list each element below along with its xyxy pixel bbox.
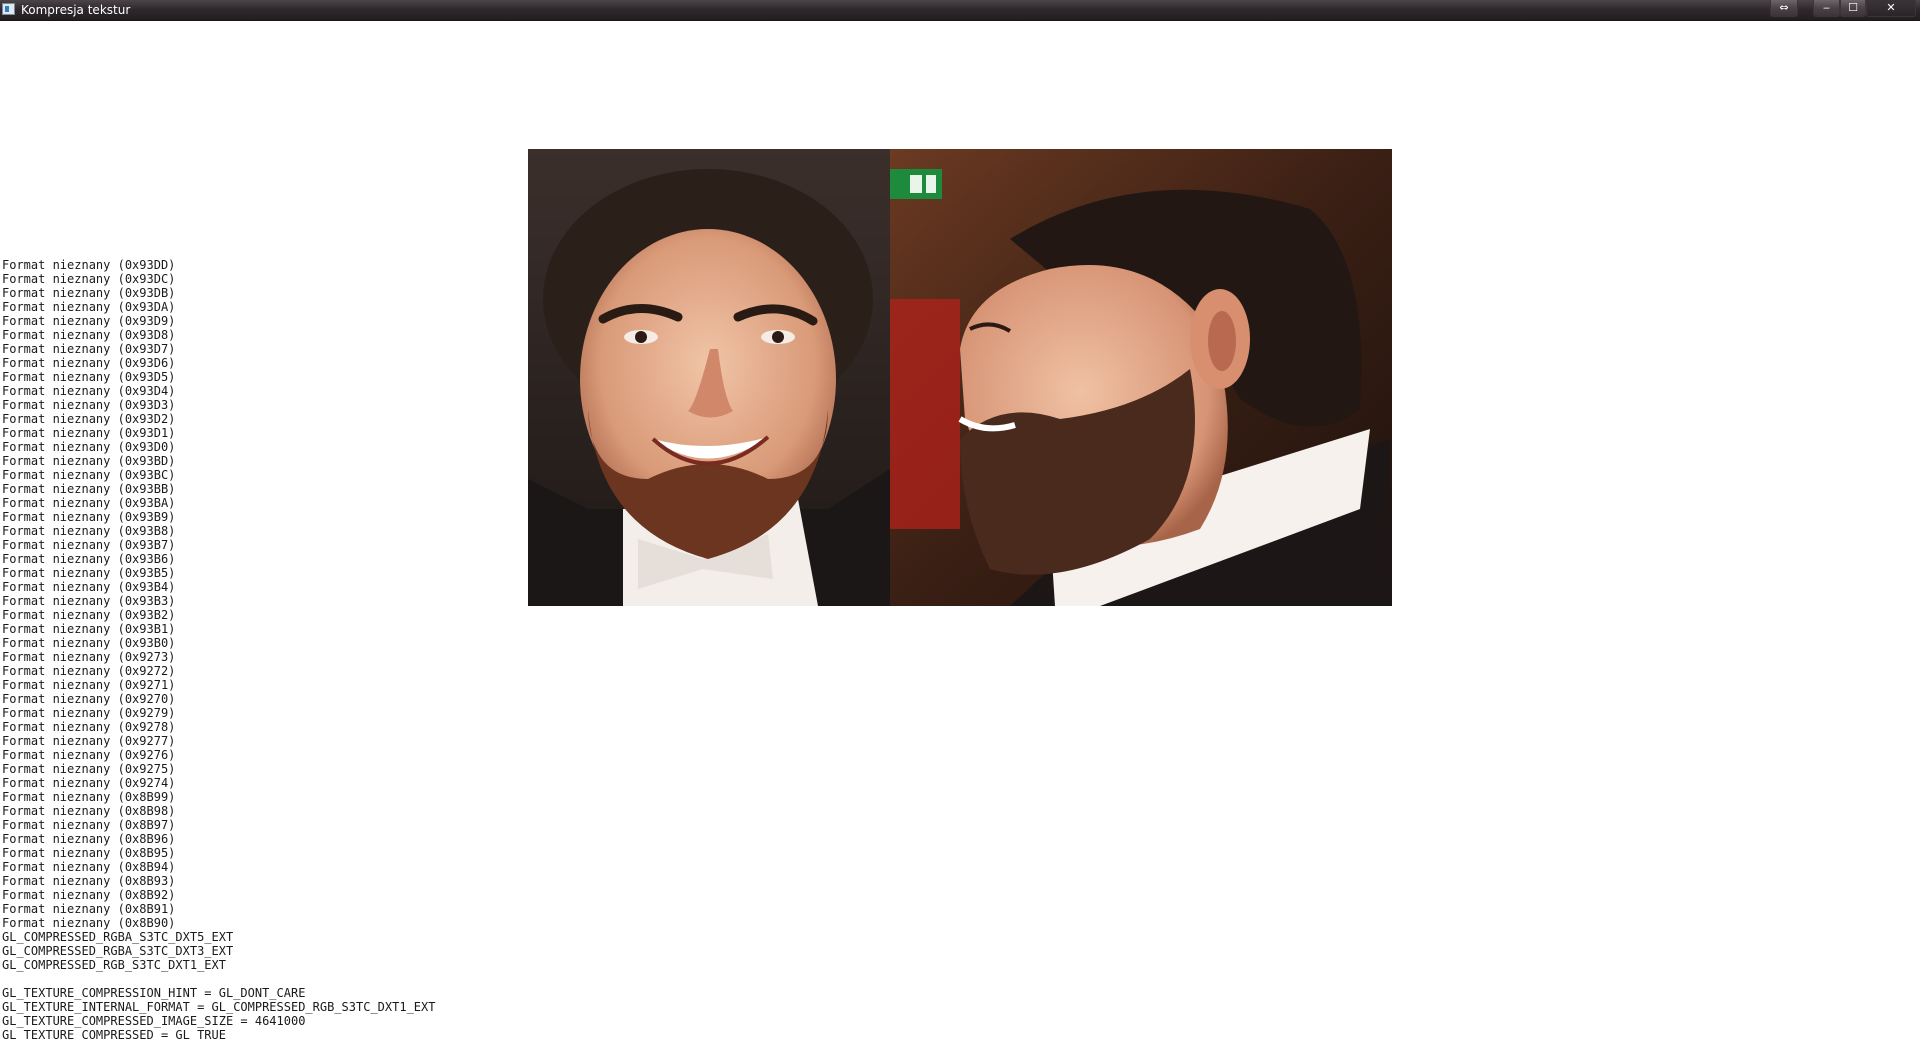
console-line: GL_COMPRESSED_RGBA_S3TC_DXT5_EXT [2,930,234,944]
console-line: Format nieznany (0x9277) [2,734,176,748]
console-line: Format nieznany (0x9276) [2,748,176,762]
console-line: Format nieznany (0x93B9) [2,510,176,524]
face-frontal-photo [528,149,890,606]
console-line: Format nieznany (0x9278) [2,720,176,734]
app-icon[interactable] [2,3,15,15]
console-line: Format nieznany (0x8B99) [2,790,176,804]
console-line: Format nieznany (0x93D0) [2,440,176,454]
console-line: Format nieznany (0x93D9) [2,314,176,328]
console-line: GL_TEXTURE_COMPRESSED_IMAGE_SIZE = 46410… [2,1014,306,1028]
console-line: Format nieznany (0x8B92) [2,888,176,902]
maximize-button[interactable]: ☐ [1840,0,1866,17]
console-line: Format nieznany (0x93BB) [2,482,176,496]
console-line: Format nieznany (0x9275) [2,762,176,776]
console-line: Format nieznany (0x93B7) [2,538,176,552]
console-line: Format nieznany (0x9270) [2,692,176,706]
console-line: Format nieznany (0x8B97) [2,818,176,832]
console-line: Format nieznany (0x9279) [2,706,176,720]
console-line: Format nieznany (0x93D7) [2,342,176,356]
console-line: Format nieznany (0x93DD) [2,258,176,272]
console-line: Format nieznany (0x93BA) [2,496,176,510]
console-line: Format nieznany (0x93B1) [2,622,176,636]
console-line: Format nieznany (0x93D1) [2,426,176,440]
console-line: Format nieznany (0x8B96) [2,832,176,846]
console-line: Format nieznany (0x93D3) [2,398,176,412]
console-line: Format nieznany (0x93B3) [2,594,176,608]
title-bar[interactable]: Kompresja tekstur ⇔ ‒ ☐ ✕ [0,0,1920,21]
console-line: GL_COMPRESSED_RGB_S3TC_DXT1_EXT [2,958,226,972]
console-line: Format nieznany (0x8B95) [2,846,176,860]
close-button[interactable]: ✕ [1866,0,1916,17]
console-line: Format nieznany (0x93BC) [2,468,176,482]
console-line: Format nieznany (0x93B4) [2,580,176,594]
console-line: GL_TEXTURE_COMPRESSED = GL_TRUE [2,1028,226,1040]
console-line: Format nieznany (0x9272) [2,664,176,678]
console-line: Format nieznany (0x93D6) [2,356,176,370]
rendered-texture [528,149,1392,606]
face-profile-photo [890,149,1392,606]
console-line: Format nieznany (0x93B0) [2,636,176,650]
console-line: Format nieznany (0x8B91) [2,902,176,916]
console-line: Format nieznany (0x93D4) [2,384,176,398]
console-line: Format nieznany (0x8B98) [2,804,176,818]
console-line: Format nieznany (0x93B2) [2,608,176,622]
console-line: Format nieznany (0x93DB) [2,286,176,300]
console-line: Format nieznany (0x93B6) [2,552,176,566]
console-line: Format nieznany (0x93DA) [2,300,176,314]
console-line: Format nieznany (0x93D5) [2,370,176,384]
console-line: Format nieznany (0x93BD) [2,454,176,468]
minimize-button[interactable]: ‒ [1813,0,1840,17]
console-line: Format nieznany (0x9273) [2,650,176,664]
console-output: Format nieznany (0x93DD) Format nieznany … [2,258,435,1040]
console-line: Format nieznany (0x9274) [2,776,176,790]
console-line: GL_TEXTURE_INTERNAL_FORMAT = GL_COMPRESS… [2,1000,436,1014]
resize-button[interactable]: ⇔ [1770,0,1798,17]
console-line: Format nieznany (0x9271) [2,678,176,692]
console-line: GL_TEXTURE_COMPRESSION_HINT = GL_DONT_CA… [2,986,306,1000]
console-line: Format nieznany (0x93D2) [2,412,176,426]
console-line: Format nieznany (0x8B90) [2,916,176,930]
console-line: Format nieznany (0x93DC) [2,272,176,286]
console-line: Format nieznany (0x8B94) [2,860,176,874]
console-line: Format nieznany (0x93D8) [2,328,176,342]
console-line: Format nieznany (0x8B93) [2,874,176,888]
console-line: GL_COMPRESSED_RGBA_S3TC_DXT3_EXT [2,944,234,958]
console-line: Format nieznany (0x93B5) [2,566,176,580]
app-window: Kompresja tekstur ⇔ ‒ ☐ ✕ Format nieznan… [0,0,1920,1040]
window-title: Kompresja tekstur [21,3,131,17]
console-line: Format nieznany (0x93B8) [2,524,176,538]
